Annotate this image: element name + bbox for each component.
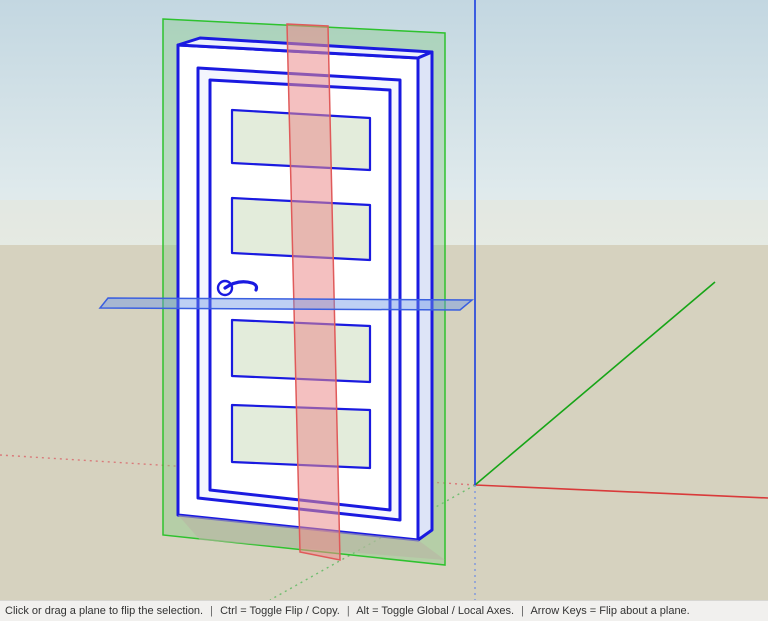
status-hint-main: Click or drag a plane to flip the select… [5, 605, 203, 617]
status-hint-alt: Alt = Toggle Global / Local Axes. [356, 605, 514, 617]
status-separator: | [210, 605, 213, 617]
status-separator: | [521, 605, 524, 617]
modeling-viewport[interactable] [0, 0, 768, 600]
status-hint-ctrl: Ctrl = Toggle Flip / Copy. [220, 605, 340, 617]
flip-plane-blue[interactable] [100, 298, 472, 310]
status-hint-arrows: Arrow Keys = Flip about a plane. [530, 605, 689, 617]
status-bar: Click or drag a plane to flip the select… [0, 600, 768, 621]
scene-canvas[interactable] [0, 0, 768, 600]
status-separator: | [347, 605, 350, 617]
